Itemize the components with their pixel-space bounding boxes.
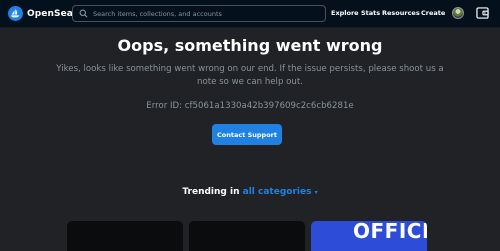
nav-link-stats[interactable]: Stats	[361, 9, 380, 17]
contact-support-button[interactable]: Contact Support	[212, 124, 282, 145]
search-bar[interactable]: Search items, collections, and accounts	[72, 5, 326, 22]
nav-link-explore[interactable]: Explore	[331, 9, 359, 17]
opensea-logo-icon	[8, 6, 23, 21]
collection-card[interactable]: OFFICE	[311, 221, 427, 251]
collection-card[interactable]	[189, 221, 305, 251]
profile-avatar[interactable]	[452, 7, 464, 19]
navbar: OpenSea Search items, collections, and a…	[0, 0, 500, 28]
all-categories-link[interactable]: all categories	[243, 187, 312, 197]
error-title: Oops, something went wrong	[117, 36, 383, 55]
error-message: Yikes, looks like something went wrong o…	[56, 64, 444, 87]
trending-prefix: Trending in	[182, 187, 240, 197]
brand-name: OpenSea	[27, 8, 73, 19]
error-id: Error ID: cf5061a1330a42b397609c2c6cb628…	[146, 101, 354, 111]
brand-logo[interactable]: OpenSea	[8, 6, 73, 21]
trending-heading: Trending in all categories ▾	[0, 187, 500, 197]
nav-link-resources[interactable]: Resources	[382, 9, 420, 17]
nav-link-create[interactable]: Create	[421, 9, 445, 17]
search-icon	[79, 9, 88, 18]
wallet-icon[interactable]	[476, 7, 489, 19]
search-input[interactable]: Search items, collections, and accounts	[93, 10, 325, 18]
collection-card[interactable]	[67, 221, 183, 251]
chevron-down-icon[interactable]: ▾	[315, 189, 318, 196]
